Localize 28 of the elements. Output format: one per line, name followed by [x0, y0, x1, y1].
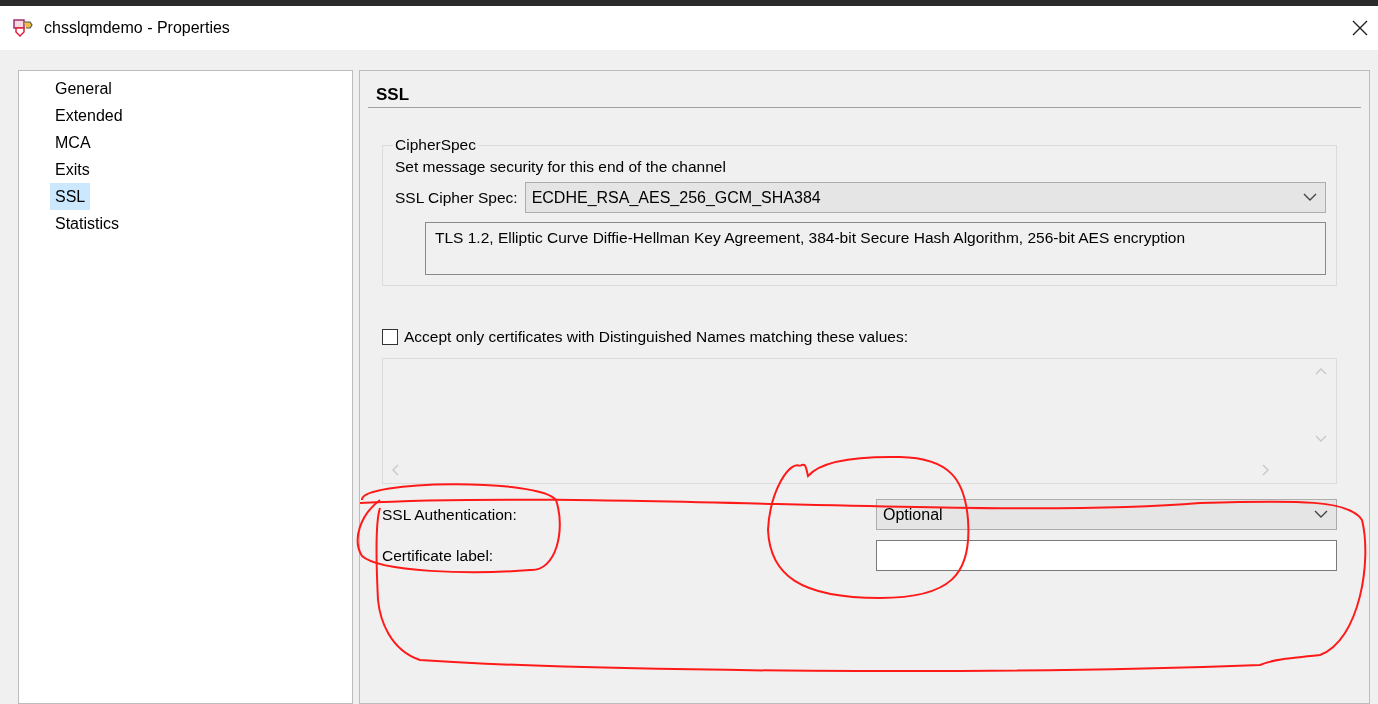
checkbox-label: Accept only certificates with Distinguished Names matching these values:: [404, 328, 908, 346]
cipher-details-box: TLS 1.2, Elliptic Curve Diffie-Hellman Key Agreement, 384-bit Secure Hash Algorithm, 256-bit AES encryption: [425, 222, 1326, 275]
close-icon[interactable]: [1352, 20, 1368, 36]
tree-item[interactable]: MCA: [50, 129, 96, 156]
app-icon: [12, 18, 34, 38]
tree-item[interactable]: Statistics: [50, 210, 124, 237]
group-title: CipherSpec: [394, 136, 477, 154]
tree-item[interactable]: Extended: [50, 102, 128, 129]
group-description: Set message security for this end of the channel: [395, 158, 726, 176]
cipher-spec-dropdown[interactable]: ECDHE_RSA_AES_256_GCM_SHA384: [524, 182, 1326, 213]
scroll-left-icon[interactable]: [391, 464, 399, 476]
tree-item[interactable]: SSL: [50, 183, 91, 210]
scroll-right-icon[interactable]: [1262, 464, 1270, 476]
tree-item[interactable]: General: [50, 75, 117, 102]
window-title: chsslqmdemo - Properties: [44, 19, 230, 37]
field-label: SSL Authentication:: [382, 505, 517, 523]
checkbox[interactable]: [382, 329, 398, 345]
field-label: Certificate label:: [382, 546, 494, 564]
distinguished-names-list[interactable]: [382, 358, 1337, 484]
tree-item[interactable]: Exits: [50, 156, 95, 183]
ssl-authentication-dropdown[interactable]: Optional: [876, 499, 1337, 530]
field-label: SSL Cipher Spec:: [395, 188, 518, 207]
scroll-down-icon[interactable]: [1315, 435, 1327, 443]
section-heading: SSL: [375, 84, 410, 106]
scroll-up-icon[interactable]: [1315, 367, 1327, 375]
chevron-down-icon: [1303, 193, 1317, 202]
chevron-down-icon: [1314, 510, 1328, 519]
certificate-label-field[interactable]: [876, 540, 1337, 571]
